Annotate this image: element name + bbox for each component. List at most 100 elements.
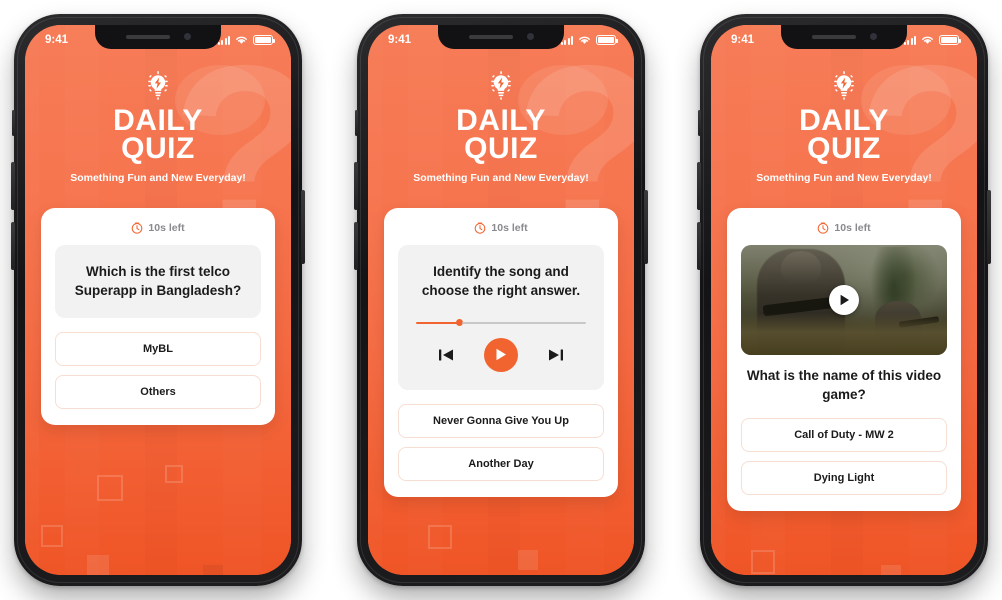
battery-icon bbox=[596, 35, 618, 45]
progress-track bbox=[461, 321, 586, 325]
lightbulb-idea-icon bbox=[834, 71, 854, 100]
answer-option[interactable]: Call of Duty - MW 2 bbox=[741, 417, 947, 452]
status-icons bbox=[903, 35, 961, 45]
answer-option[interactable]: MyBL bbox=[55, 331, 261, 366]
quiz-card-1: 10s left Which is the first telco Supera… bbox=[41, 208, 275, 425]
quiz-card-2: 10s left Identify the song and choose th… bbox=[384, 208, 618, 497]
brand-tagline: Something Fun and New Everyday! bbox=[413, 172, 589, 185]
timer: 10s left bbox=[55, 222, 261, 234]
status-icons bbox=[217, 35, 275, 45]
phone-1: ? 9:41 bbox=[11, 14, 305, 586]
clock-icon bbox=[818, 222, 829, 235]
app-header: DAILY QUIZ Something Fun and New Everyda… bbox=[25, 55, 291, 184]
timer: 10s left bbox=[398, 222, 604, 234]
lightbulb-idea-icon bbox=[148, 71, 168, 100]
play-icon bbox=[496, 349, 506, 361]
audio-progress-bar[interactable] bbox=[416, 318, 586, 328]
progress-fill bbox=[416, 321, 457, 325]
brand-tagline: Something Fun and New Everyday! bbox=[70, 172, 246, 185]
timer-label: 10s left bbox=[491, 222, 528, 235]
brand-tagline: Something Fun and New Everyday! bbox=[756, 172, 932, 185]
decor-square bbox=[428, 525, 452, 549]
status-time: 9:41 bbox=[388, 34, 412, 46]
question-text: What is the name of this video game? bbox=[746, 368, 942, 402]
phone-mockup-stage: ? 9:41 bbox=[0, 0, 1002, 600]
phone-2: ? 9:41 bbox=[354, 14, 648, 586]
silent-switch[interactable] bbox=[12, 110, 15, 136]
power-button[interactable] bbox=[301, 190, 305, 264]
status-icons bbox=[560, 35, 618, 45]
decor-square bbox=[165, 465, 183, 483]
power-button[interactable] bbox=[987, 190, 991, 264]
notch bbox=[438, 25, 564, 49]
screen-3: ? 9:41 bbox=[711, 25, 977, 575]
timer-label: 10s left bbox=[148, 222, 185, 235]
silent-switch[interactable] bbox=[698, 110, 701, 136]
status-time: 9:41 bbox=[45, 34, 69, 46]
front-camera bbox=[869, 33, 877, 40]
decor-square bbox=[751, 550, 775, 574]
status-bar: 9:41 bbox=[25, 25, 291, 55]
decor-square bbox=[41, 525, 63, 547]
status-time: 9:41 bbox=[731, 34, 755, 46]
lightbulb-idea-icon bbox=[491, 71, 511, 100]
skip-next-icon[interactable] bbox=[548, 348, 564, 362]
volume-up-button[interactable] bbox=[11, 162, 15, 210]
video-play-button[interactable] bbox=[829, 285, 859, 316]
play-button[interactable] bbox=[484, 337, 518, 372]
audio-controls bbox=[412, 337, 590, 372]
brand-title-line-1: DAILY bbox=[799, 104, 889, 137]
notch bbox=[781, 25, 907, 49]
decor-square bbox=[97, 475, 123, 501]
timer-label: 10s left bbox=[834, 222, 871, 235]
wifi-icon bbox=[922, 36, 933, 44]
question-box: Which is the first telco Superapp in Ban… bbox=[55, 245, 261, 318]
silent-switch[interactable] bbox=[355, 110, 358, 136]
decor-square bbox=[87, 555, 109, 575]
volume-down-button[interactable] bbox=[697, 222, 701, 270]
decor-square bbox=[881, 565, 901, 575]
screen-1: ? 9:41 bbox=[25, 25, 291, 575]
volume-down-button[interactable] bbox=[11, 222, 15, 270]
status-bar: 9:41 bbox=[711, 25, 977, 55]
play-icon bbox=[840, 295, 849, 306]
timer: 10s left bbox=[741, 222, 947, 234]
question-text: Which is the first telco Superapp in Ban… bbox=[74, 264, 242, 298]
skip-previous-icon[interactable] bbox=[438, 348, 454, 362]
earpiece-speaker bbox=[468, 34, 513, 39]
video-thumbnail[interactable] bbox=[741, 245, 947, 356]
question-text: Identify the song and choose the right a… bbox=[421, 264, 581, 298]
volume-up-button[interactable] bbox=[354, 162, 358, 210]
screen-2: ? 9:41 bbox=[368, 25, 634, 575]
brand-title-line-2: QUIZ bbox=[121, 132, 195, 166]
answer-option[interactable]: Others bbox=[55, 374, 261, 409]
volume-up-button[interactable] bbox=[697, 162, 701, 210]
earpiece-speaker bbox=[125, 34, 170, 39]
brand-title-line-1: DAILY bbox=[113, 104, 203, 137]
answer-option[interactable]: Never Gonna Give You Up bbox=[398, 403, 604, 438]
brand-title-line-2: QUIZ bbox=[807, 132, 881, 166]
front-camera bbox=[526, 33, 534, 40]
answer-list: Never Gonna Give You Up Another Day bbox=[398, 403, 604, 481]
answer-list: MyBL Others bbox=[55, 331, 261, 409]
volume-down-button[interactable] bbox=[354, 222, 358, 270]
quiz-card-3: 10s left What is the name of this video … bbox=[727, 208, 961, 511]
front-camera bbox=[183, 33, 191, 40]
clock-icon bbox=[132, 222, 143, 235]
wifi-icon bbox=[579, 36, 590, 44]
earpiece-speaker bbox=[811, 34, 856, 39]
app-header: DAILY QUIZ Something Fun and New Everyda… bbox=[368, 55, 634, 184]
answer-list: Call of Duty - MW 2 Dying Light bbox=[741, 417, 947, 495]
answer-option[interactable]: Dying Light bbox=[741, 460, 947, 495]
phone-3: ? 9:41 bbox=[697, 14, 991, 586]
decor-square bbox=[518, 550, 538, 570]
wifi-icon bbox=[236, 36, 247, 44]
app-header: DAILY QUIZ Something Fun and New Everyda… bbox=[711, 55, 977, 184]
status-bar: 9:41 bbox=[368, 25, 634, 55]
notch bbox=[95, 25, 221, 49]
brand-title-line-2: QUIZ bbox=[464, 132, 538, 166]
answer-option[interactable]: Another Day bbox=[398, 446, 604, 481]
power-button[interactable] bbox=[644, 190, 648, 264]
clock-icon bbox=[475, 222, 486, 235]
battery-icon bbox=[253, 35, 275, 45]
